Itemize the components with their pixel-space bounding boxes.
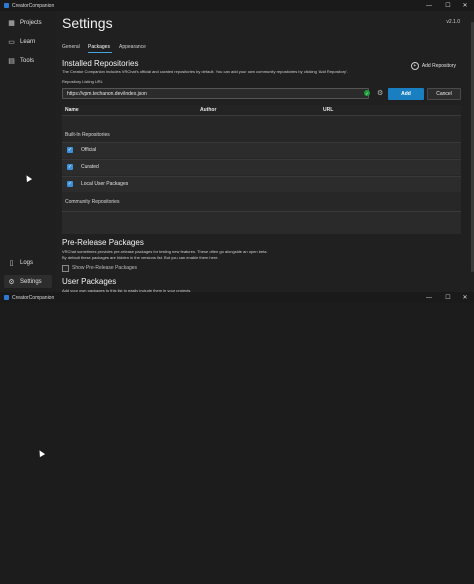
community-repositories-label: Community Repositories xyxy=(65,199,120,205)
table-row-local-user-packages[interactable]: ✓ Local User Packages xyxy=(62,176,461,192)
app-logo-icon xyxy=(4,295,9,300)
minimize-button[interactable]: — xyxy=(422,292,436,303)
repository-url-input[interactable]: https://vpm.techanon.dev/index.json xyxy=(62,88,369,99)
window-title: CreatorCompanion xyxy=(12,294,55,301)
maximize-button[interactable]: ☐ xyxy=(441,292,455,303)
title-bar: CreatorCompanion — ☐ ✕ xyxy=(0,292,474,303)
page-title: Settings xyxy=(62,15,113,31)
repositories-table: Name Author URL Built-In Repositories ✓ … xyxy=(62,105,461,234)
table-row-curated[interactable]: ✓ Curated xyxy=(62,159,461,175)
close-button[interactable]: ✕ xyxy=(458,292,472,303)
column-header-name[interactable]: Name xyxy=(65,107,79,113)
active-tab-indicator xyxy=(88,52,112,53)
sidebar-item-label: Settings xyxy=(20,278,42,285)
row-label: Local User Packages xyxy=(81,181,129,187)
sidebar-item-tools[interactable]: ▤ Tools xyxy=(4,54,52,67)
sidebar-item-learn[interactable]: ▭ Learn xyxy=(4,35,52,48)
show-pre-release-checkbox[interactable] xyxy=(62,265,69,272)
sidebar-item-label: Logs xyxy=(20,259,34,266)
window-title: CreatorCompanion xyxy=(12,2,55,9)
maximize-button[interactable]: ☐ xyxy=(441,0,455,11)
sidebar-item-projects[interactable]: ▦ Projects xyxy=(4,16,52,29)
settings-panel: Settings v2.1.0 General Packages Appeara… xyxy=(56,11,474,292)
close-button[interactable]: ✕ xyxy=(458,0,472,11)
app-logo-icon xyxy=(4,3,9,8)
sidebar-item-logs[interactable]: ▯ Logs xyxy=(4,256,52,269)
settings-gear-icon[interactable]: ⚙ xyxy=(377,89,383,97)
official-checkbox[interactable]: ✓ xyxy=(67,147,73,153)
community-repositories-list xyxy=(62,211,461,234)
version-label: v2.1.0 xyxy=(446,19,460,25)
listing-url-label: Repository Listing URL xyxy=(62,79,103,84)
user-packages-title: User Packages xyxy=(62,277,117,286)
app-window: CreatorCompanion — ☐ ✕ ▦ Projects ▭ Lear… xyxy=(0,0,474,292)
show-pre-release-label[interactable]: Show Pre-Release Packages xyxy=(72,265,137,271)
mouse-cursor xyxy=(36,448,46,458)
add-button[interactable]: Add xyxy=(388,88,424,100)
minimize-button[interactable]: — xyxy=(422,0,436,11)
tab-general[interactable]: General xyxy=(62,44,80,50)
document-icon: ▯ xyxy=(9,259,14,267)
add-repository-button[interactable]: + Add Repository xyxy=(410,62,456,70)
valid-check-icon: ✓ xyxy=(364,90,370,96)
builtin-repositories-label: Built-In Repositories xyxy=(65,132,110,138)
sidebar-item-settings[interactable]: ⚙ Settings xyxy=(4,275,52,288)
sidebar-item-label: Tools xyxy=(20,57,35,64)
sidebar: ▦ Projects ▭ Learn ▤ Tools ▯ Logs ⚙ Sett… xyxy=(0,11,56,292)
grid-icon: ▦ xyxy=(8,19,15,27)
row-label: Curated xyxy=(81,164,99,170)
sidebar-item-label: Projects xyxy=(20,19,42,26)
curated-checkbox[interactable]: ✓ xyxy=(67,164,73,170)
row-label: Official xyxy=(81,147,97,153)
secondary-app-window: CreatorCompanion — ☐ ✕ xyxy=(0,292,474,584)
table-header: Name Author URL xyxy=(62,105,461,116)
column-header-url[interactable]: URL xyxy=(323,107,333,113)
add-repository-label: Add Repository xyxy=(421,63,456,69)
repository-url-value: https://vpm.techanon.dev/index.json xyxy=(67,90,147,97)
plus-icon: + xyxy=(410,62,419,70)
local-user-packages-checkbox[interactable]: ✓ xyxy=(67,181,73,187)
tab-packages[interactable]: Packages xyxy=(88,44,110,50)
book-icon: ▭ xyxy=(8,38,15,46)
sidebar-item-label: Learn xyxy=(20,38,36,45)
installed-repositories-title: Installed Repositories xyxy=(62,59,139,68)
cancel-button[interactable]: Cancel xyxy=(427,88,461,100)
table-row-official[interactable]: ✓ Official xyxy=(62,142,461,158)
pre-release-description-2: By default these packages are hidden in … xyxy=(62,254,219,260)
gear-icon: ⚙ xyxy=(8,278,15,286)
tab-appearance[interactable]: Appearance xyxy=(119,44,146,50)
column-header-author[interactable]: Author xyxy=(200,107,216,113)
briefcase-icon: ▤ xyxy=(8,57,15,65)
title-bar: CreatorCompanion — ☐ ✕ xyxy=(0,0,474,11)
pre-release-title: Pre-Release Packages xyxy=(62,238,144,247)
installed-repositories-description: The Creator Companion includes VRChat's … xyxy=(62,69,348,74)
